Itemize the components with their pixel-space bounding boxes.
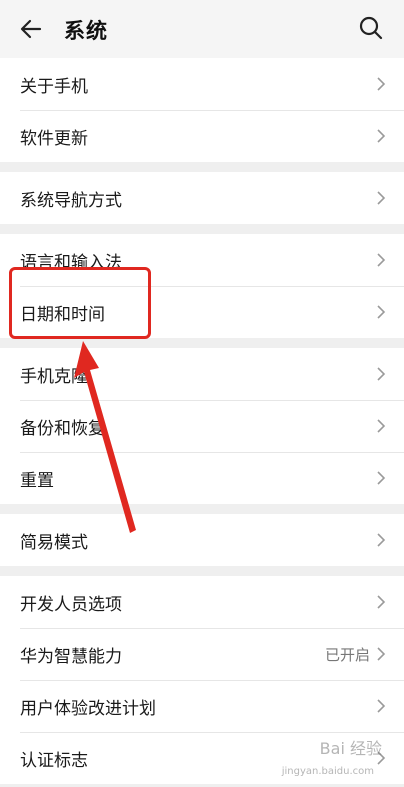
setting-label: 手机克隆 (20, 366, 88, 387)
chevron-right-icon (377, 253, 386, 267)
setting-item-phone-clone[interactable]: 手机克隆 (0, 348, 404, 400)
chevron-right-icon (377, 533, 386, 547)
chevron-right-icon (377, 77, 386, 91)
chevron-right-icon (377, 699, 386, 713)
setting-label: 用户体验改进计划 (20, 698, 156, 719)
settings-group: 手机克隆 备份和恢复 重置 (0, 348, 404, 504)
setting-label: 认证标志 (20, 750, 88, 771)
search-icon[interactable] (358, 15, 384, 41)
setting-item-backup-restore[interactable]: 备份和恢复 (0, 400, 404, 452)
settings-group: 系统导航方式 (0, 172, 404, 224)
settings-group: 关于手机 软件更新 (0, 58, 404, 162)
highlight-box (9, 267, 151, 339)
setting-label: 备份和恢复 (20, 418, 105, 439)
watermark-url: jingyan.baidu.com (281, 766, 374, 777)
setting-label: 简易模式 (20, 532, 88, 553)
app-header: 系统 (0, 0, 404, 58)
watermark-logo: Bai 经验 (319, 739, 382, 758)
setting-item-huawei-ai[interactable]: 华为智慧能力 已开启 (0, 628, 404, 680)
page-title: 系统 (64, 19, 108, 43)
setting-label: 华为智慧能力 (20, 646, 122, 667)
chevron-right-icon (377, 367, 386, 381)
setting-item-ux-improvement[interactable]: 用户体验改进计划 (0, 680, 404, 732)
setting-item-about-phone[interactable]: 关于手机 (0, 58, 404, 110)
setting-label: 关于手机 (20, 76, 88, 97)
setting-item-software-update[interactable]: 软件更新 (0, 110, 404, 162)
setting-label: 系统导航方式 (20, 190, 122, 211)
setting-item-simple-mode[interactable]: 简易模式 (0, 514, 404, 566)
setting-item-developer-options[interactable]: 开发人员选项 (0, 576, 404, 628)
setting-status: 已开启 (324, 645, 370, 664)
chevron-right-icon (377, 419, 386, 433)
chevron-right-icon (377, 471, 386, 485)
arrow-left-icon[interactable] (18, 16, 44, 42)
setting-item-navigation-mode[interactable]: 系统导航方式 (0, 172, 404, 224)
chevron-right-icon (377, 129, 386, 143)
chevron-right-icon (377, 191, 386, 205)
settings-group: 简易模式 (0, 514, 404, 566)
setting-label: 重置 (20, 470, 54, 491)
chevron-right-icon (377, 647, 386, 661)
chevron-right-icon (377, 595, 386, 609)
setting-label: 软件更新 (20, 128, 88, 149)
chevron-right-icon (377, 305, 386, 319)
setting-label: 开发人员选项 (20, 594, 122, 615)
setting-item-reset[interactable]: 重置 (0, 452, 404, 504)
